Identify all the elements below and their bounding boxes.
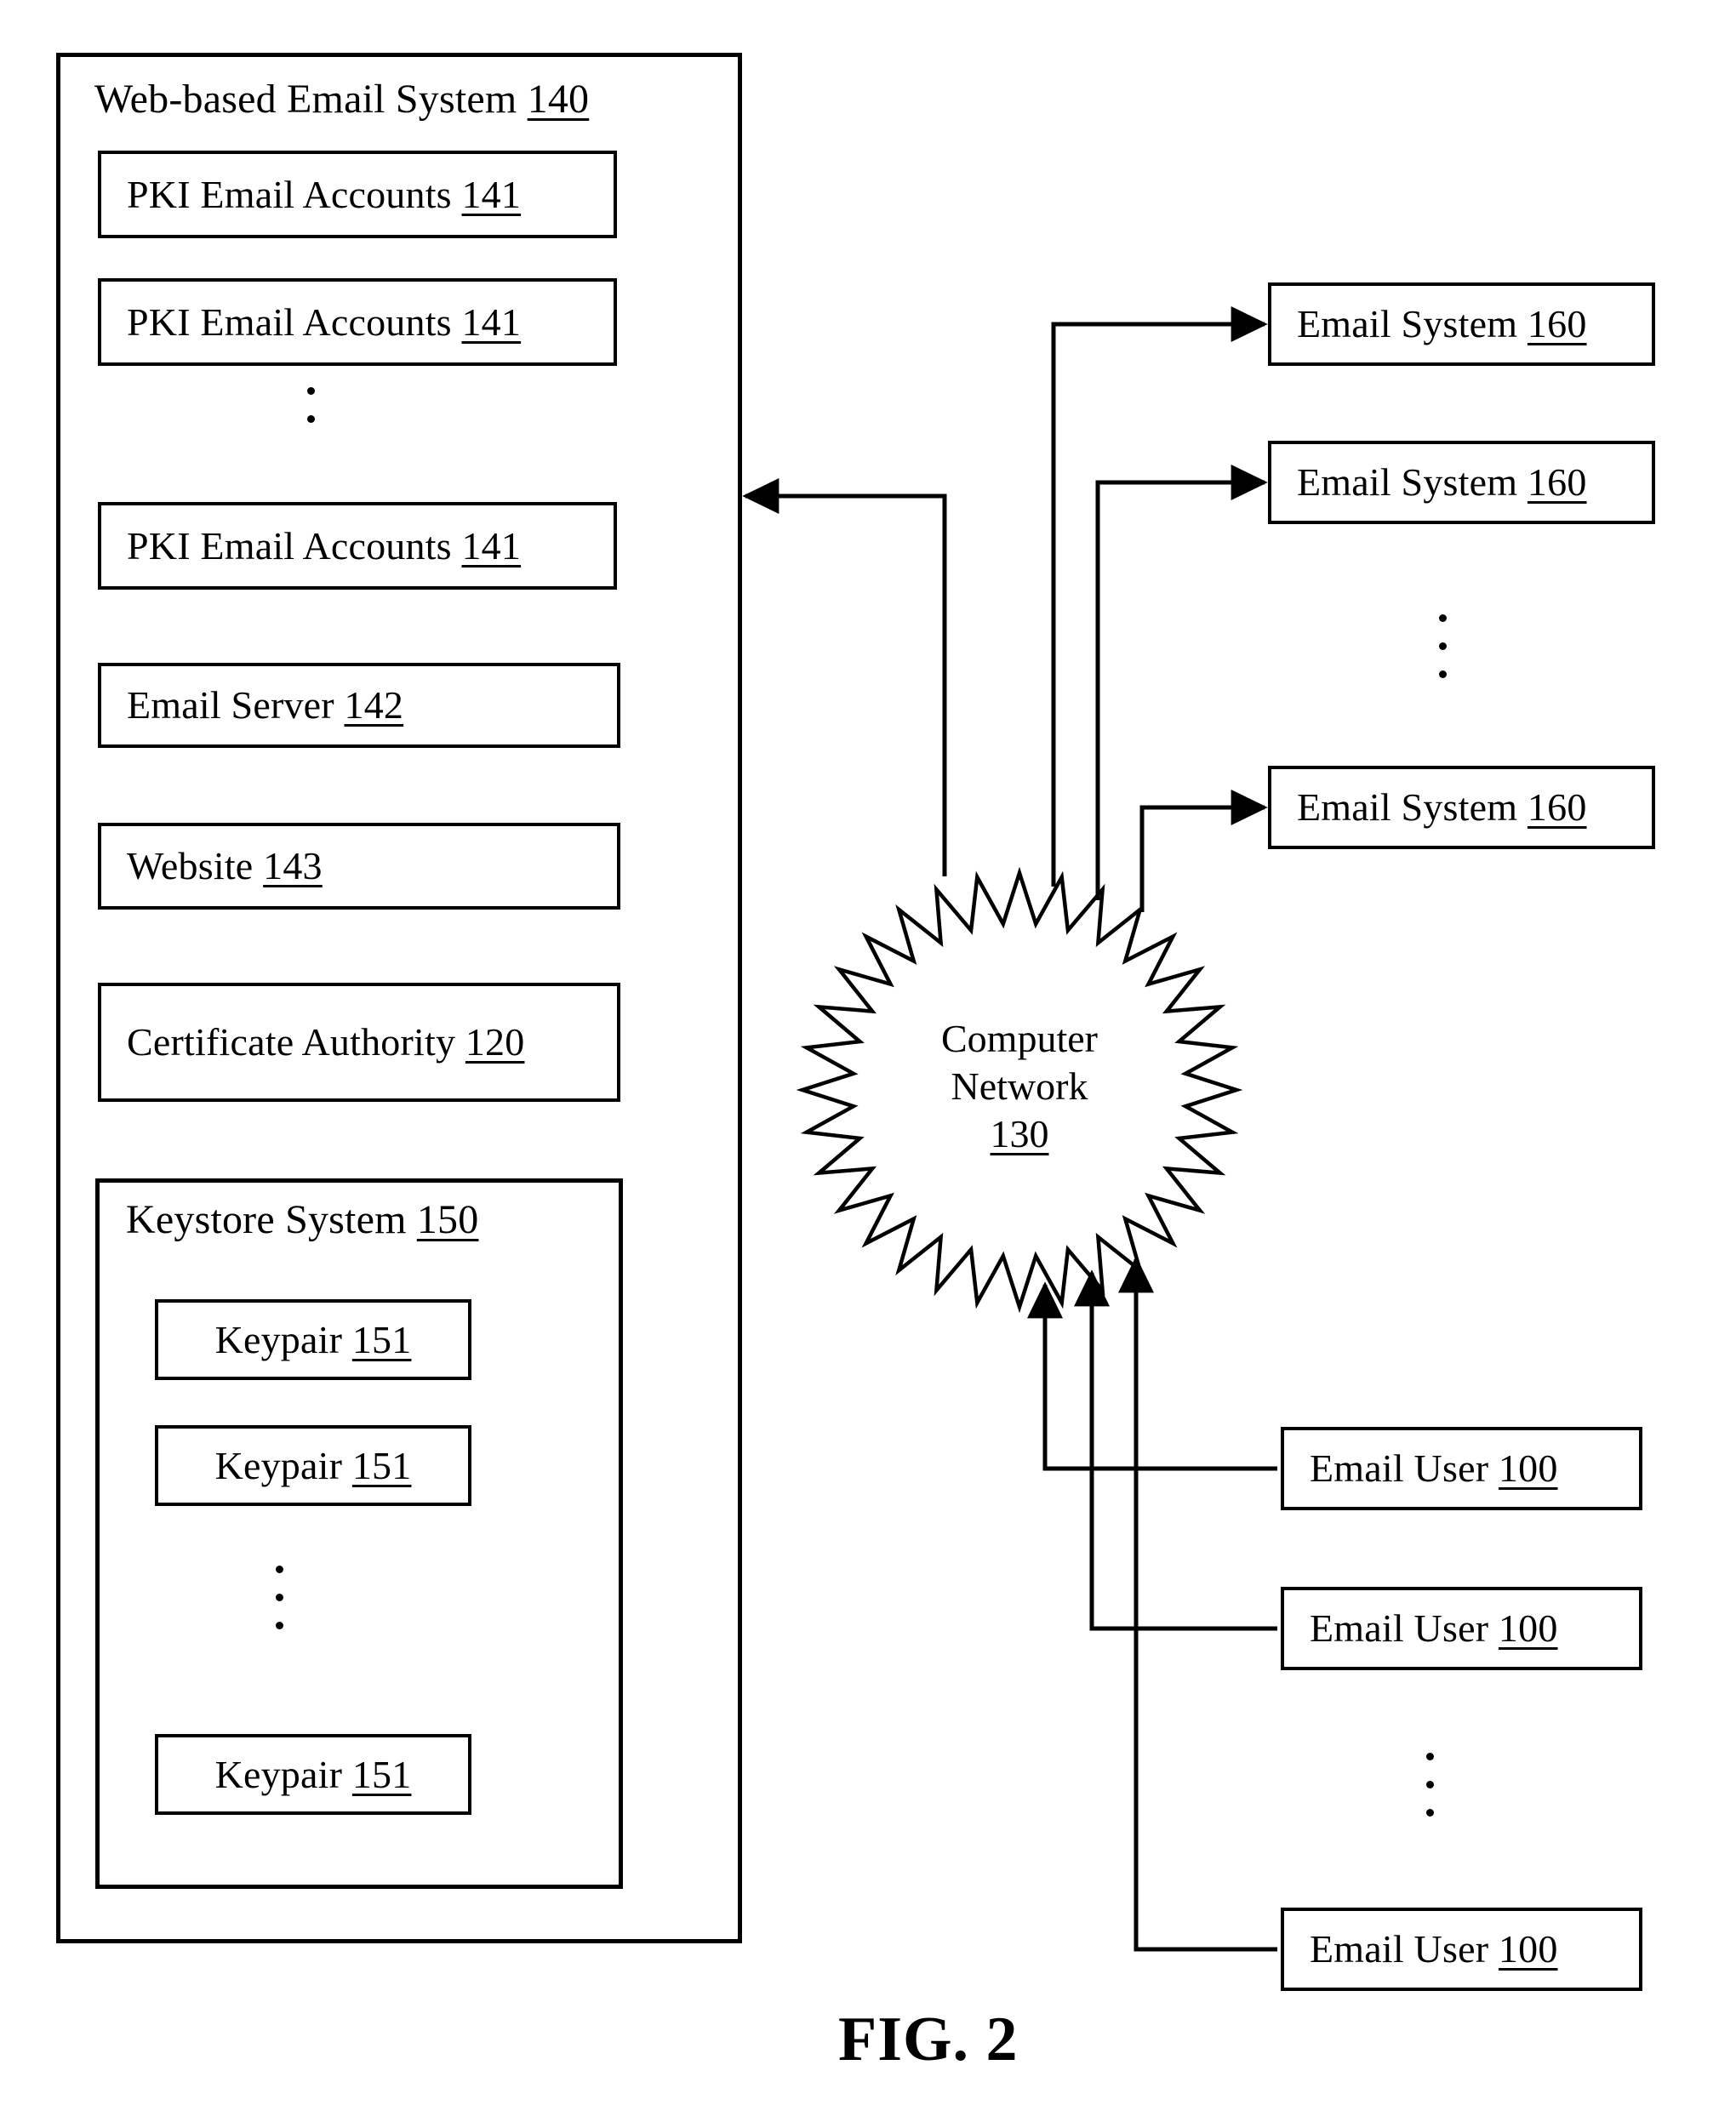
- figure-caption: FIG. 2: [838, 2005, 1019, 2074]
- network-label-line1: Computer: [941, 1017, 1098, 1060]
- keypair-1-text: Keypair: [214, 1317, 343, 1361]
- email-user-1-ref: 100: [1498, 1446, 1558, 1490]
- panel-title-ref: 140: [527, 77, 590, 122]
- email-system-3-label: Email System 160: [1297, 788, 1587, 827]
- keypair-1-ref: 151: [351, 1317, 412, 1361]
- pki-email-accounts-3-ref: 141: [461, 523, 522, 568]
- pki-email-accounts-1-label: PKI Email Accounts 141: [127, 172, 522, 216]
- email-user-2-text: Email User: [1310, 1606, 1489, 1650]
- email-user-3-label: Email User 100: [1310, 1930, 1558, 1969]
- keypair-2-text: Keypair: [214, 1443, 343, 1487]
- email-user-1: Email User 100: [1281, 1427, 1642, 1510]
- pki-email-accounts-1-text: PKI Email Accounts: [127, 172, 452, 216]
- email-system-3: Email System 160: [1268, 766, 1655, 849]
- pki-email-accounts-3-label: PKI Email Accounts 141: [127, 523, 522, 568]
- certificate-authority-label: Certificate Authority 120: [127, 1023, 524, 1062]
- keypair-1: Keypair 151: [155, 1299, 471, 1380]
- website-ref: 143: [263, 844, 323, 887]
- website-label: Website 143: [127, 847, 323, 886]
- pki-email-accounts-2: PKI Email Accounts 141: [98, 278, 617, 366]
- certificate-authority-text: Certificate Authority: [127, 1020, 456, 1064]
- website: Website 143: [98, 823, 620, 910]
- email-server-ref: 142: [344, 683, 404, 727]
- keystore-title-ref: 150: [416, 1197, 479, 1242]
- keystore-title-text: Keystore System: [126, 1197, 407, 1242]
- email-user-1-text: Email User: [1310, 1446, 1489, 1490]
- email-user-1-label: Email User 100: [1310, 1449, 1558, 1488]
- email-systems-ellipsis: [1430, 614, 1455, 678]
- email-user-2-label: Email User 100: [1310, 1609, 1558, 1648]
- email-system-2-text: Email System: [1297, 460, 1518, 504]
- email-system-2-ref: 160: [1527, 460, 1587, 504]
- email-server: Email Server 142: [98, 663, 620, 748]
- email-server-label: Email Server 142: [127, 686, 403, 725]
- email-system-2-label: Email System 160: [1297, 463, 1587, 502]
- pki-email-accounts-1-ref: 141: [461, 172, 522, 216]
- email-server-text: Email Server: [127, 683, 334, 727]
- email-system-1-label: Email System 160: [1297, 305, 1587, 344]
- email-user-3-ref: 100: [1498, 1927, 1558, 1971]
- keystore-system-title: Keystore System 150: [126, 1200, 478, 1241]
- network-ref: 130: [990, 1112, 1049, 1156]
- pki-email-accounts-2-label: PKI Email Accounts 141: [127, 299, 522, 344]
- network-label-line2: Network: [951, 1064, 1088, 1109]
- certificate-authority-ref: 120: [465, 1020, 525, 1064]
- keypair-2: Keypair 151: [155, 1425, 471, 1506]
- pki-email-accounts-2-ref: 141: [461, 299, 522, 344]
- email-system-1: Email System 160: [1268, 282, 1655, 366]
- pki-email-accounts-1: PKI Email Accounts 141: [98, 151, 617, 238]
- panel-title-text: Web-based Email System: [94, 77, 517, 122]
- email-system-3-ref: 160: [1527, 785, 1587, 829]
- keypair-3-text: Keypair: [214, 1752, 343, 1796]
- email-users-ellipsis: [1417, 1753, 1442, 1817]
- keypair-2-label: Keypair 151: [215, 1446, 412, 1486]
- pki-email-accounts-3: PKI Email Accounts 141: [98, 502, 617, 590]
- figure-canvas: Web-based Email System 140 Keystore Syst…: [0, 0, 1736, 2122]
- certificate-authority: Certificate Authority 120: [98, 983, 620, 1102]
- email-system-2: Email System 160: [1268, 441, 1655, 524]
- keystore-ellipsis: [266, 1566, 292, 1629]
- keypair-2-ref: 151: [351, 1443, 412, 1487]
- email-user-2: Email User 100: [1281, 1587, 1642, 1670]
- email-system-1-ref: 160: [1527, 302, 1587, 345]
- email-user-2-ref: 100: [1498, 1606, 1558, 1650]
- keypair-1-label: Keypair 151: [214, 1317, 412, 1361]
- website-text: Website: [127, 844, 254, 887]
- pki-email-accounts-3-text: PKI Email Accounts: [127, 523, 452, 568]
- keypair-3-ref: 151: [351, 1752, 412, 1796]
- keypair-3: Keypair 151: [155, 1734, 471, 1815]
- computer-network-label: Computer Network 130: [900, 1015, 1139, 1158]
- left-panel-ellipsis: [298, 387, 323, 423]
- keypair-3-label: Keypair 151: [214, 1752, 412, 1796]
- email-system-3-text: Email System: [1297, 785, 1518, 829]
- email-user-3: Email User 100: [1281, 1908, 1642, 1991]
- email-user-3-text: Email User: [1310, 1927, 1489, 1971]
- pki-email-accounts-2-text: PKI Email Accounts: [127, 299, 452, 344]
- email-system-1-text: Email System: [1297, 302, 1518, 345]
- web-based-email-system-title: Web-based Email System 140: [94, 79, 589, 120]
